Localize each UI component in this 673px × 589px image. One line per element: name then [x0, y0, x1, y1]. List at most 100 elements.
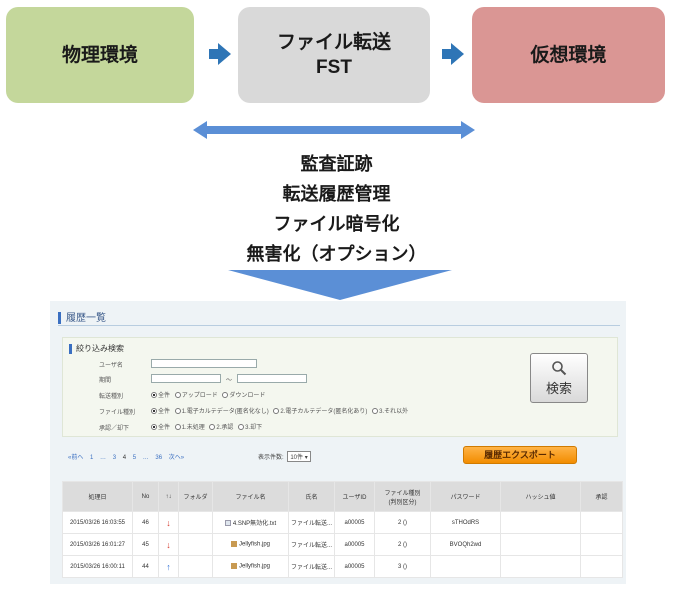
fst-label: FST	[316, 57, 352, 78]
history-list-screenshot: 履歴一覧 絞り込み検索 ユーザ名 期間 ～ 転送種別 全件 アップロード ダウン…	[50, 301, 626, 584]
transfer-type-all-radio[interactable]: 全件	[151, 392, 170, 399]
pager-page-link[interactable]: 5	[133, 455, 136, 461]
pager-page-link[interactable]: 1	[90, 455, 93, 461]
cell-name: ファイル転送...	[288, 511, 335, 534]
approval-approved-radio[interactable]: 2.承認	[209, 424, 233, 431]
table-row[interactable]: 2015/03/26 16:01:27 45 ↓ Jellyfish.jpg ファイル転…	[62, 533, 623, 556]
cell-direction: ↓	[158, 511, 179, 534]
cell-direction: ↑	[158, 555, 179, 578]
col-name[interactable]: 氏名	[288, 481, 335, 512]
col-file-name[interactable]: ファイル名	[212, 481, 289, 512]
cell-no: 46	[132, 511, 159, 534]
table-row[interactable]: 2015/03/26 16:03:55 46 ↓ 4.SNP無効化.txt ファイル転送…	[62, 511, 623, 534]
approval-radio-group: 全件 1.未処理 2.承認 3.却下	[151, 422, 265, 431]
cell-approval	[580, 555, 623, 578]
col-password[interactable]: パスワード	[430, 481, 501, 512]
cell-file-type: 2 ()	[374, 511, 431, 534]
transfer-type-label: 転送種別	[99, 394, 124, 400]
user-name-input[interactable]	[151, 359, 257, 368]
file-type-1-radio[interactable]: 1.電子カルテデータ(匿名化なし)	[174, 408, 269, 415]
transfer-type-upload-radio[interactable]: アップロード	[174, 392, 218, 399]
table-row[interactable]: 2015/03/26 16:00:11 44 ↑ Jellyfish.jpg ファイル転…	[62, 555, 623, 578]
physical-environment-box: 物理環境	[6, 7, 194, 103]
date-from-input[interactable]	[151, 374, 221, 383]
pager-page-link[interactable]: 3	[113, 455, 116, 461]
cell-user-id: a00005	[334, 555, 375, 578]
download-arrow-icon: ↓	[166, 517, 171, 528]
cell-approval	[580, 511, 623, 534]
approval-rejected-radio[interactable]: 3.却下	[238, 424, 262, 431]
col-date[interactable]: 処理日	[62, 481, 133, 512]
cell-approval	[580, 533, 623, 556]
user-name-label: ユーザ名	[99, 363, 123, 369]
feature-file-encryption: ファイル暗号化	[273, 214, 400, 234]
file-name-link[interactable]: 4.SNP無効化.txt	[233, 521, 276, 527]
search-button[interactable]: 検索	[530, 353, 588, 403]
history-table: 処理日 No ↑↓ フォルダ ファイル名 氏名 ユーザID ファイル種別 (判別…	[62, 481, 623, 578]
transfer-type-radio-group: 全件 アップロード ダウンロード	[151, 390, 268, 399]
date-to-input[interactable]	[237, 374, 307, 383]
file-transfer-label: ファイル転送	[276, 32, 391, 53]
virtual-environment-box: 仮想環境	[472, 7, 665, 103]
right-arrow-icon	[442, 43, 464, 65]
image-file-icon	[230, 541, 237, 548]
physical-environment-label: 物理環境	[61, 44, 138, 66]
pagination: «前へ 1 … 3 4 5 … 36 次へ»	[68, 452, 189, 461]
virtual-environment-label: 仮想環境	[530, 44, 607, 66]
cell-no: 44	[132, 555, 159, 578]
pager-current-page: 4	[122, 455, 127, 461]
pager-next-link[interactable]: 次へ»	[169, 455, 184, 461]
download-arrow-icon: ↓	[166, 539, 171, 550]
file-type-radio-group: 全件 1.電子カルテデータ(匿名化なし) 2.電子カルテデータ(匿名化あり) 3…	[151, 406, 411, 415]
col-file-type[interactable]: ファイル種別 (判別区分)	[374, 481, 431, 512]
right-arrow-icon	[209, 43, 231, 65]
file-type-3-radio[interactable]: 3.それ以外	[372, 408, 408, 415]
cell-password: BVOQh2wd	[430, 533, 501, 556]
down-arrow-icon	[228, 270, 452, 300]
per-page-control: 表示件数: 10件 ▾	[258, 451, 311, 462]
col-no[interactable]: No	[132, 481, 159, 512]
magnifier-icon	[552, 360, 567, 375]
cell-no: 45	[132, 533, 159, 556]
approval-all-radio[interactable]: 全件	[151, 424, 170, 431]
text-file-icon	[224, 520, 231, 527]
cell-direction: ↓	[158, 533, 179, 556]
approval-label: 承認／却下	[99, 426, 130, 432]
file-type-2-radio[interactable]: 2.電子カルテデータ(匿名化あり)	[273, 408, 367, 415]
export-history-button[interactable]: 履歴エクスポート	[463, 446, 577, 464]
file-name-link[interactable]: Jellyfish.jpg	[239, 564, 270, 570]
pager-ellipsis: …	[142, 455, 149, 461]
cell-hash	[500, 511, 581, 534]
cell-file-name: Jellyfish.jpg	[212, 533, 289, 556]
cell-folder	[178, 555, 213, 578]
approval-pending-radio[interactable]: 1.未処理	[174, 424, 205, 431]
col-hash[interactable]: ハッシュ値	[500, 481, 581, 512]
image-file-icon	[230, 563, 237, 570]
upload-arrow-icon: ↑	[166, 561, 171, 572]
per-page-select[interactable]: 10件 ▾	[287, 451, 311, 462]
col-approval[interactable]: 承認	[580, 481, 623, 512]
date-range-label: 期間	[99, 378, 112, 384]
table-header-row: 処理日 No ↑↓ フォルダ ファイル名 氏名 ユーザID ファイル種別 (判別…	[62, 481, 623, 512]
cell-folder	[178, 511, 213, 534]
cell-user-id: a00005	[334, 511, 375, 534]
cell-user-id: a00005	[334, 533, 375, 556]
cell-file-type: 3 ()	[374, 555, 431, 578]
feature-audit-trail: 監査証跡	[300, 154, 373, 174]
pager-page-link[interactable]: 36	[155, 455, 162, 461]
file-transfer-fst-box: ファイル転送 FST	[238, 7, 430, 103]
transfer-type-download-radio[interactable]: ダウンロード	[222, 392, 265, 399]
file-type-label: ファイル種別	[99, 410, 136, 416]
cell-password	[430, 555, 501, 578]
file-name-link[interactable]: Jellyfish.jpg	[239, 542, 270, 548]
col-folder[interactable]: フォルダ	[178, 481, 213, 512]
cell-file-name: Jellyfish.jpg	[212, 555, 289, 578]
pager-ellipsis: …	[100, 455, 107, 461]
col-user-id[interactable]: ユーザID	[334, 481, 375, 512]
col-direction[interactable]: ↑↓	[158, 481, 179, 512]
date-range-separator: ～	[226, 378, 233, 384]
per-page-label: 表示件数:	[258, 455, 284, 461]
filter-search-title: 絞り込み検索	[69, 343, 124, 354]
pager-prev-link[interactable]: «前へ	[68, 455, 83, 461]
file-type-all-radio[interactable]: 全件	[151, 408, 170, 415]
